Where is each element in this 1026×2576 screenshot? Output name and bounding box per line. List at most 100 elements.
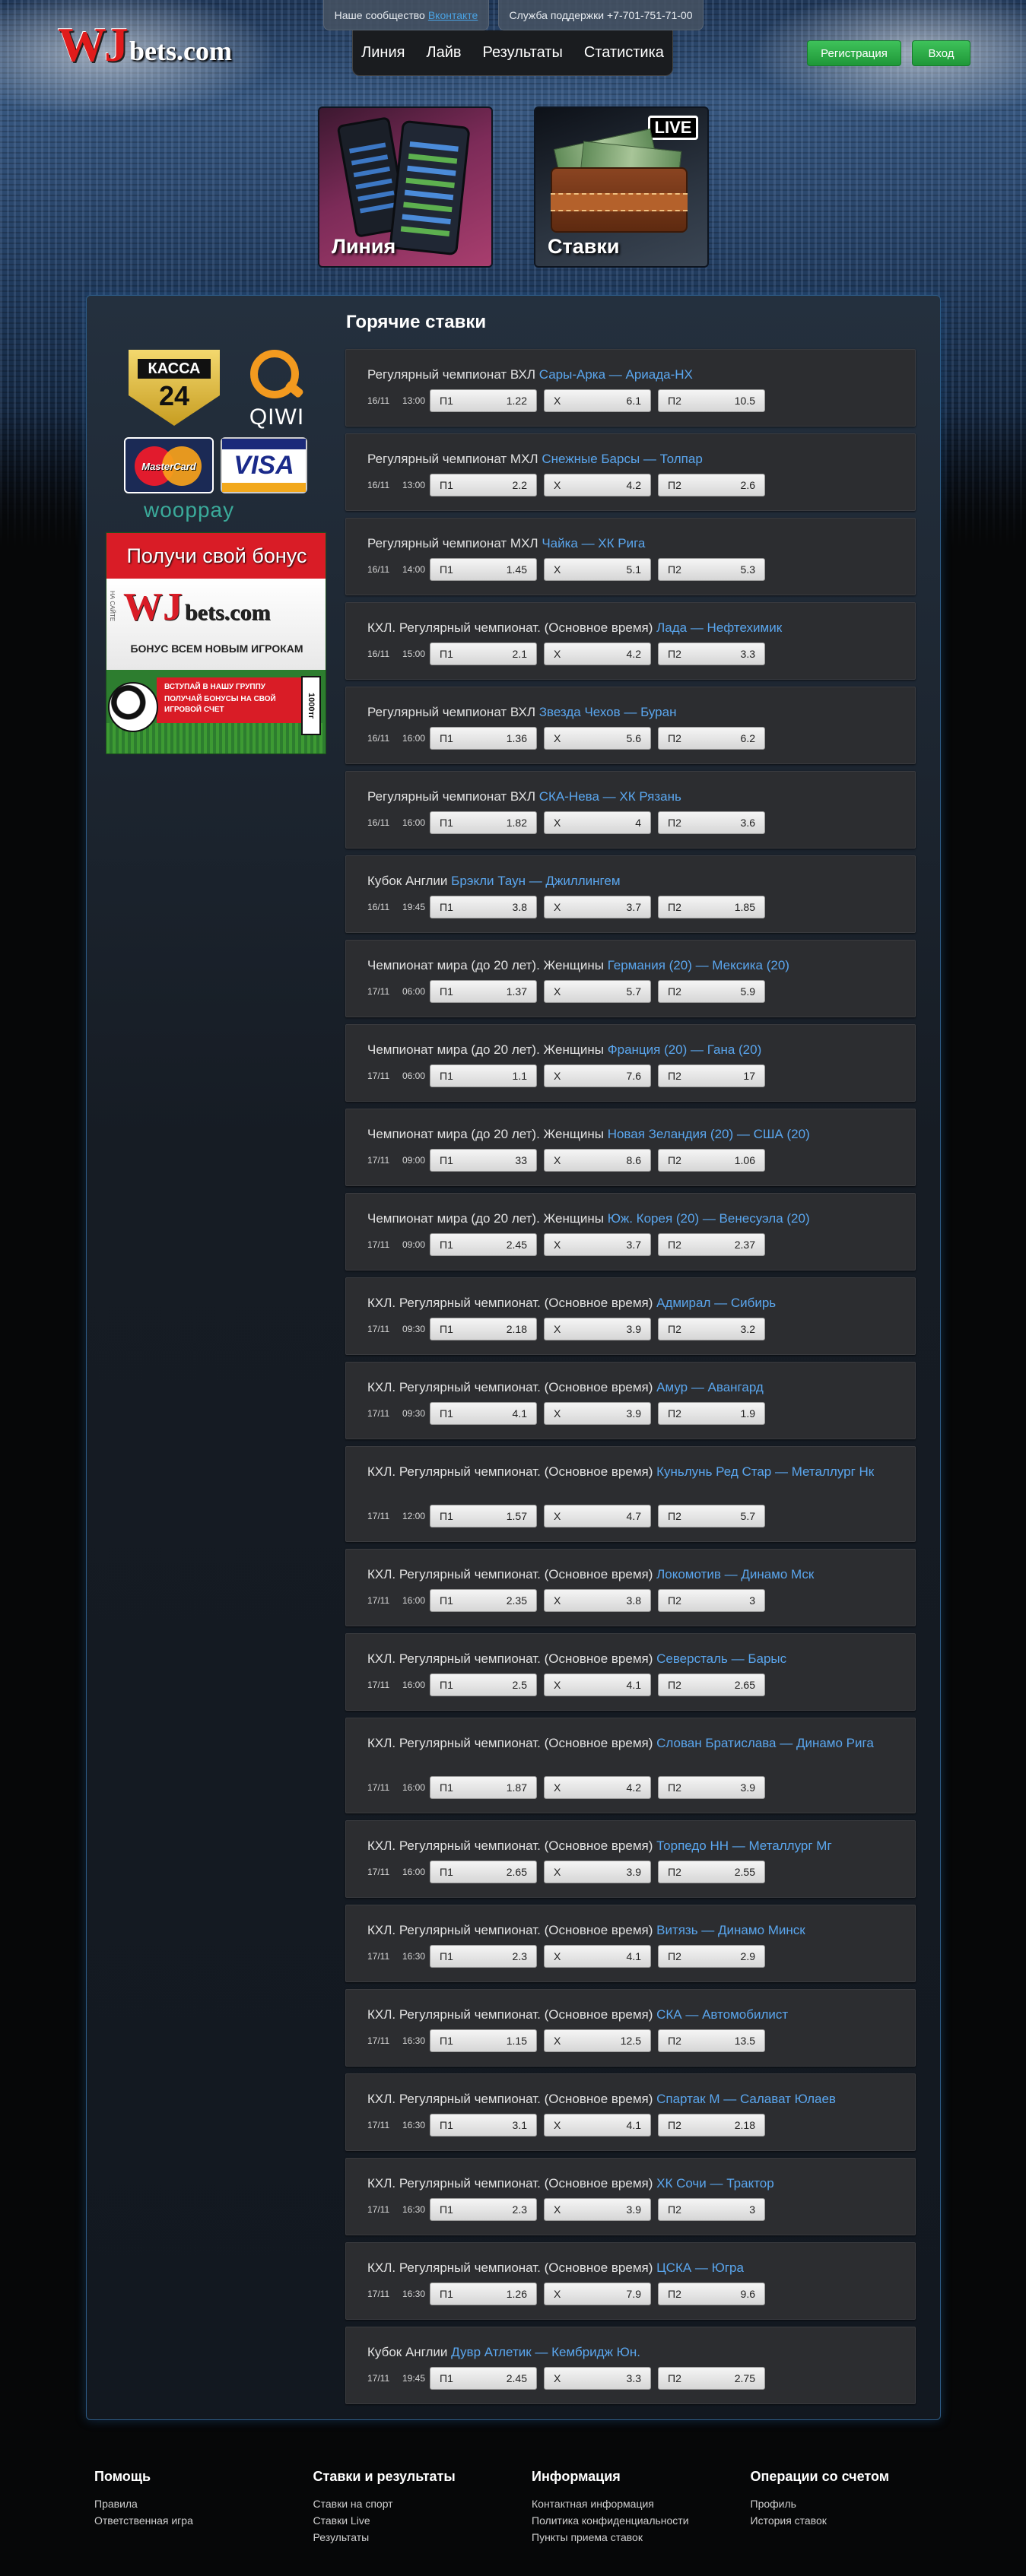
- odd-p2-button[interactable]: П2 5.9: [658, 980, 765, 1003]
- odd-x-button[interactable]: X 7.9: [544, 2283, 651, 2305]
- kassa24-logo[interactable]: КАССА 24: [129, 350, 220, 426]
- odd-p2-button[interactable]: П2 2.37: [658, 1233, 765, 1256]
- odd-x-button[interactable]: X 3.9: [544, 2198, 651, 2221]
- event-teams-link[interactable]: Витязь — Динамо Минск: [656, 1923, 805, 1937]
- login-button[interactable]: Вход: [912, 40, 970, 66]
- odd-p1-button[interactable]: П1 1.26: [430, 2283, 537, 2305]
- odd-p1-button[interactable]: П1 2.18: [430, 1318, 537, 1340]
- odd-p2-button[interactable]: П2 3.3: [658, 642, 765, 665]
- event-teams-link[interactable]: Снежные Барсы — Толпар: [542, 452, 703, 466]
- odd-x-button[interactable]: X 4.2: [544, 642, 651, 665]
- footer-link[interactable]: Контактная информация: [532, 2495, 751, 2512]
- nav-statistics[interactable]: Статистика: [573, 44, 675, 62]
- odd-x-button[interactable]: X 12.5: [544, 2029, 651, 2052]
- odd-p1-button[interactable]: П1 2.3: [430, 1945, 537, 1968]
- odd-x-button[interactable]: X 5.1: [544, 558, 651, 581]
- odd-p1-button[interactable]: П1 4.1: [430, 1402, 537, 1425]
- odd-p2-button[interactable]: П2 1.9: [658, 1402, 765, 1425]
- odd-p1-button[interactable]: П1 1.45: [430, 558, 537, 581]
- odd-x-button[interactable]: X 4.1: [544, 2114, 651, 2137]
- odd-x-button[interactable]: X 5.6: [544, 727, 651, 750]
- event-teams-link[interactable]: Спартак М — Салават Юлаев: [656, 2092, 836, 2106]
- community-link[interactable]: Вконтакте: [428, 9, 478, 21]
- footer-link[interactable]: Ставки Live: [313, 2512, 532, 2529]
- footer-link[interactable]: Профиль: [751, 2495, 970, 2512]
- odd-p2-button[interactable]: П2 2.9: [658, 1945, 765, 1968]
- event-teams-link[interactable]: СКА — Автомобилист: [656, 2007, 788, 2022]
- event-teams-link[interactable]: Локомотив — Динамо Мск: [656, 1567, 814, 1581]
- odd-x-button[interactable]: X 4.1: [544, 1945, 651, 1968]
- nav-line[interactable]: Линия: [351, 44, 415, 62]
- footer-link[interactable]: Правила: [94, 2495, 313, 2512]
- odd-p2-button[interactable]: П2 6.2: [658, 727, 765, 750]
- odd-x-button[interactable]: X4: [544, 811, 651, 834]
- event-teams-link[interactable]: Лада — Нефтехимик: [656, 620, 782, 635]
- event-teams-link[interactable]: Адмирал — Сибирь: [656, 1296, 776, 1310]
- odd-x-button[interactable]: X 4.1: [544, 1673, 651, 1696]
- odd-p2-button[interactable]: П2 3.9: [658, 1776, 765, 1799]
- odd-x-button[interactable]: X 3.9: [544, 1402, 651, 1425]
- odd-x-button[interactable]: X 4.2: [544, 474, 651, 496]
- odd-p1-button[interactable]: П1 2.2: [430, 474, 537, 496]
- odd-p1-button[interactable]: П1 1.1: [430, 1064, 537, 1087]
- odd-p2-button[interactable]: П2 3: [658, 1589, 765, 1612]
- odd-p1-button[interactable]: П1 2.65: [430, 1861, 537, 1883]
- odd-p1-button[interactable]: П1 1.87: [430, 1776, 537, 1799]
- nav-live[interactable]: Лайв: [415, 44, 472, 62]
- odd-p2-button[interactable]: П2 2.18: [658, 2114, 765, 2137]
- event-teams-link[interactable]: СКА-Нева — ХК Рязань: [539, 789, 681, 804]
- odd-p2-button[interactable]: П2 5.3: [658, 558, 765, 581]
- event-teams-link[interactable]: Дувр Атлетик — Кембридж Юн.: [451, 2345, 640, 2359]
- odd-p2-button[interactable]: П2 3: [658, 2198, 765, 2221]
- event-teams-link[interactable]: Новая Зеландия (20) — США (20): [608, 1127, 810, 1141]
- promo-line-tile[interactable]: Линия: [318, 106, 493, 268]
- odd-x-button[interactable]: X 3.7: [544, 896, 651, 918]
- odd-x-button[interactable]: X 4.2: [544, 1776, 651, 1799]
- odd-x-button[interactable]: X 3.9: [544, 1861, 651, 1883]
- odd-p1-button[interactable]: П1 2.3: [430, 2198, 537, 2221]
- event-teams-link[interactable]: Звезда Чехов — Буран: [539, 705, 677, 719]
- odd-x-button[interactable]: X 8.6: [544, 1149, 651, 1172]
- odd-p1-button[interactable]: П1 3.1: [430, 2114, 537, 2137]
- odd-x-button[interactable]: X 3.8: [544, 1589, 651, 1612]
- odd-x-button[interactable]: X 3.3: [544, 2367, 651, 2390]
- footer-link[interactable]: Пункты приема ставок: [532, 2529, 751, 2546]
- odd-p2-button[interactable]: П2 13.5: [658, 2029, 765, 2052]
- odd-p2-button[interactable]: П2 1.06: [658, 1149, 765, 1172]
- footer-link[interactable]: История ставок: [751, 2512, 970, 2529]
- event-teams-link[interactable]: Слован Братислава — Динамо Рига: [656, 1736, 874, 1750]
- odd-p2-button[interactable]: П2 17: [658, 1064, 765, 1087]
- odd-p1-button[interactable]: П1 1.36: [430, 727, 537, 750]
- event-teams-link[interactable]: Чайка — ХК Рига: [542, 536, 645, 550]
- odd-p1-button[interactable]: П1 1.37: [430, 980, 537, 1003]
- odd-x-button[interactable]: X 7.6: [544, 1064, 651, 1087]
- footer-link[interactable]: Ответственная игра: [94, 2512, 313, 2529]
- odd-p1-button[interactable]: П1 1.15: [430, 2029, 537, 2052]
- odd-p1-button[interactable]: П1 2.1: [430, 642, 537, 665]
- promo-bets-tile[interactable]: LIVE Ставки: [534, 106, 709, 268]
- mastercard-logo[interactable]: MasterCard: [124, 437, 214, 493]
- odd-p1-button[interactable]: П1 2.35: [430, 1589, 537, 1612]
- odd-p1-button[interactable]: П1 2.45: [430, 1233, 537, 1256]
- odd-p2-button[interactable]: П2 3.2: [658, 1318, 765, 1340]
- bonus-banner[interactable]: Получи свой бонус НА САЙТЕ WJ bets.com БО…: [106, 532, 326, 754]
- event-teams-link[interactable]: Юж. Корея (20) — Венесуэла (20): [608, 1211, 810, 1226]
- odd-p1-button[interactable]: П1 3.8: [430, 896, 537, 918]
- odd-p1-button[interactable]: П1 1.57: [430, 1505, 537, 1528]
- odd-x-button[interactable]: X 3.7: [544, 1233, 651, 1256]
- event-teams-link[interactable]: Торпедо НН — Металлург Мг: [656, 1838, 832, 1853]
- odd-p2-button[interactable]: П2 1.85: [658, 896, 765, 918]
- odd-p2-button[interactable]: П2 3.6: [658, 811, 765, 834]
- footer-link[interactable]: Ставки на спорт: [313, 2495, 532, 2512]
- odd-p2-button[interactable]: П2 2.75: [658, 2367, 765, 2390]
- wooppay-logo[interactable]: wooppay: [144, 498, 296, 522]
- odd-p2-button[interactable]: П2 5.7: [658, 1505, 765, 1528]
- event-teams-link[interactable]: Германия (20) — Мексика (20): [608, 958, 789, 972]
- qiwi-logo[interactable]: QIWI: [235, 350, 319, 433]
- footer-link[interactable]: Политика конфиденциальности: [532, 2512, 751, 2529]
- event-teams-link[interactable]: Куньлунь Ред Стар — Металлург Нк: [656, 1464, 874, 1479]
- odd-p1-button[interactable]: П1 2.45: [430, 2367, 537, 2390]
- odd-p2-button[interactable]: П2 9.6: [658, 2283, 765, 2305]
- odd-p2-button[interactable]: П2 2.6: [658, 474, 765, 496]
- odd-p2-button[interactable]: П2 2.55: [658, 1861, 765, 1883]
